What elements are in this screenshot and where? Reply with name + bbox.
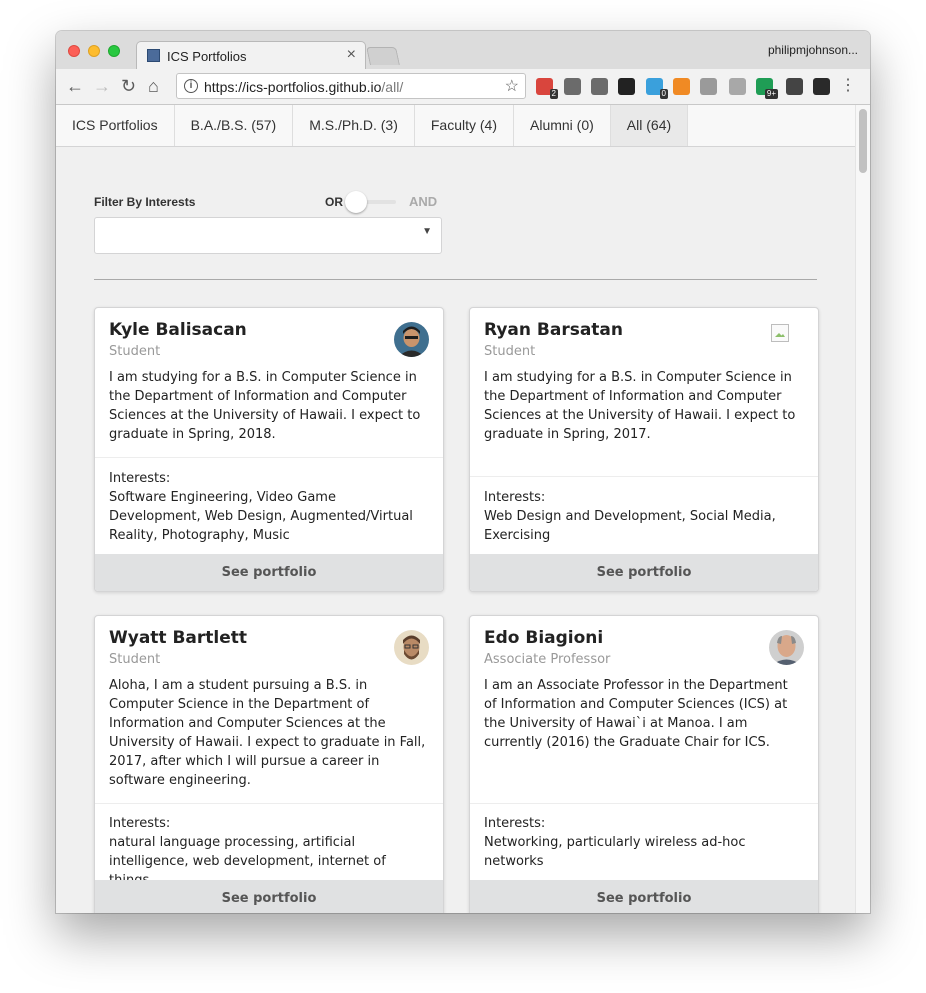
profile-role: Student [484, 344, 536, 359]
reload-icon[interactable]: ↻ [121, 76, 136, 96]
and-or-toggle-knob[interactable] [345, 191, 367, 213]
profile-role: Associate Professor [484, 652, 611, 667]
avatar [769, 630, 804, 665]
url-host: https://ics-portfolios.github.io [204, 79, 382, 95]
nav-tab-1[interactable]: B.A./B.S. (57) [175, 105, 294, 146]
page-viewport: ICS Portfolios B.A./B.S. (57) M.S./Ph.D. (… [56, 105, 870, 913]
profile-description: Aloha, I am a student pursuing a B.S. in… [109, 678, 426, 788]
nav-tab-0[interactable]: ICS Portfolios [56, 105, 175, 146]
extension-badge: 2 [549, 89, 558, 99]
nav-tab-3[interactable]: Faculty (4) [415, 105, 514, 146]
browser-menu-icon[interactable]: ⋮ [840, 78, 856, 94]
profile-name: Edo Biagioni [484, 628, 604, 648]
ext-eyedropper-icon[interactable] [786, 78, 803, 95]
zoom-window-button[interactable] [108, 45, 120, 57]
dropdown-caret-icon: ▼ [422, 226, 432, 237]
interests-text: Software Engineering, Video Game Develop… [109, 490, 413, 543]
ext-puzzle-icon[interactable]: 0 [646, 78, 668, 99]
info-icon[interactable]: i [184, 79, 198, 93]
title-bar: ICS Portfolios × philipmjohnson... [56, 31, 870, 69]
profile-description: I am studying for a B.S. in Computer Sci… [109, 370, 421, 442]
top-menu: ICS Portfolios B.A./B.S. (57) M.S./Ph.D. (… [56, 105, 855, 147]
card-separator [470, 476, 818, 477]
interests-label: Interests: [109, 471, 171, 486]
profile-card: Kyle Balisacan Student I am studying for… [94, 307, 444, 592]
scrollbar-thumb[interactable] [859, 109, 867, 173]
browser-toolbar: ← → ↻ ⌂ i https://ics-portfolios.github.… [56, 69, 870, 105]
card-separator [95, 457, 443, 458]
profile-card: Ryan Barsatan Student I am studying for … [469, 307, 819, 592]
ext-color-wheel-icon[interactable] [813, 78, 830, 95]
address-bar[interactable]: i https://ics-portfolios.github.io/all/ … [176, 73, 526, 99]
ext-info-icon[interactable] [591, 78, 608, 95]
nav-tab-4[interactable]: Alumni (0) [514, 105, 611, 146]
avatar [394, 322, 429, 357]
and-label: AND [409, 194, 438, 209]
ext-sync-icon[interactable] [564, 78, 581, 95]
see-portfolio-button[interactable]: See portfolio [95, 880, 443, 913]
url-text[interactable]: https://ics-portfolios.github.io/all/ [204, 79, 403, 95]
profile-name: Wyatt Bartlett [109, 628, 248, 648]
profile-role: Student [109, 652, 161, 667]
filter-label: Filter By Interests [94, 195, 196, 209]
close-window-button[interactable] [68, 45, 80, 57]
page-scrollbar[interactable] [855, 105, 870, 913]
card-separator [95, 803, 443, 804]
extension-badge: 0 [659, 89, 668, 99]
favicon-icon [147, 49, 160, 62]
interests-text: Networking, particularly wireless ad-hoc… [484, 835, 746, 869]
interests-label: Interests: [109, 816, 171, 831]
ext-chart-icon[interactable] [673, 78, 690, 95]
ext-camera-icon[interactable] [700, 78, 717, 95]
profile-name: Ryan Barsatan [484, 320, 624, 340]
tab-title: ICS Portfolios [167, 49, 247, 64]
nav-tab-2[interactable]: M.S./Ph.D. (3) [293, 105, 415, 146]
new-tab-button[interactable] [366, 47, 400, 65]
profile-card: Edo Biagioni Associate Professor I am an… [469, 615, 819, 913]
section-divider [94, 279, 817, 280]
bookmark-star-icon[interactable]: ☆ [505, 76, 519, 96]
interests-text: Web Design and Development, Social Media… [484, 509, 776, 543]
profile-interests: Interests: Networking, particularly wire… [484, 814, 804, 871]
avatar [394, 630, 429, 665]
ext-lastpass-icon[interactable]: 2 [536, 78, 558, 99]
back-arrow-icon[interactable]: ← [66, 76, 84, 96]
profile-interests: Interests: Web Design and Development, S… [484, 488, 804, 545]
see-portfolio-button[interactable]: See portfolio [95, 554, 443, 591]
interests-label: Interests: [484, 816, 546, 831]
url-path: /all/ [381, 79, 404, 95]
tab-close-icon[interactable]: × [347, 46, 356, 64]
ext-jb-icon[interactable] [618, 78, 635, 95]
profile-card: Wyatt Bartlett Student Aloha, I am a stu… [94, 615, 444, 913]
or-label: OR [325, 195, 343, 209]
browser-tab-active[interactable]: ICS Portfolios × [136, 41, 366, 69]
profile-name[interactable]: philipmjohnson... [768, 43, 858, 57]
interests-label: Interests: [484, 490, 546, 505]
ext-hangouts-icon[interactable]: 9+ [756, 78, 778, 99]
interests-dropdown[interactable]: ▼ [94, 217, 442, 254]
forward-arrow-icon[interactable]: → [93, 76, 111, 96]
broken-image-icon [771, 324, 789, 342]
profile-name: Kyle Balisacan [109, 320, 247, 340]
ext-drive-icon[interactable] [729, 78, 746, 95]
card-separator [470, 803, 818, 804]
profile-interests: Interests: natural language processing, … [109, 814, 429, 890]
browser-window: ICS Portfolios × philipmjohnson... ← → ↻… [56, 31, 870, 913]
home-icon[interactable]: ⌂ [148, 76, 159, 96]
minimize-window-button[interactable] [88, 45, 100, 57]
nav-tab-5[interactable]: All (64) [610, 105, 689, 146]
see-portfolio-button[interactable]: See portfolio [470, 880, 818, 913]
see-portfolio-button[interactable]: See portfolio [470, 554, 818, 591]
profile-role: Student [109, 344, 161, 359]
profile-description: I am studying for a B.S. in Computer Sci… [484, 370, 796, 442]
extension-badge: 9+ [764, 89, 778, 99]
profile-interests: Interests: Software Engineering, Video G… [109, 469, 429, 545]
profile-description: I am an Associate Professor in the Depar… [484, 678, 788, 750]
